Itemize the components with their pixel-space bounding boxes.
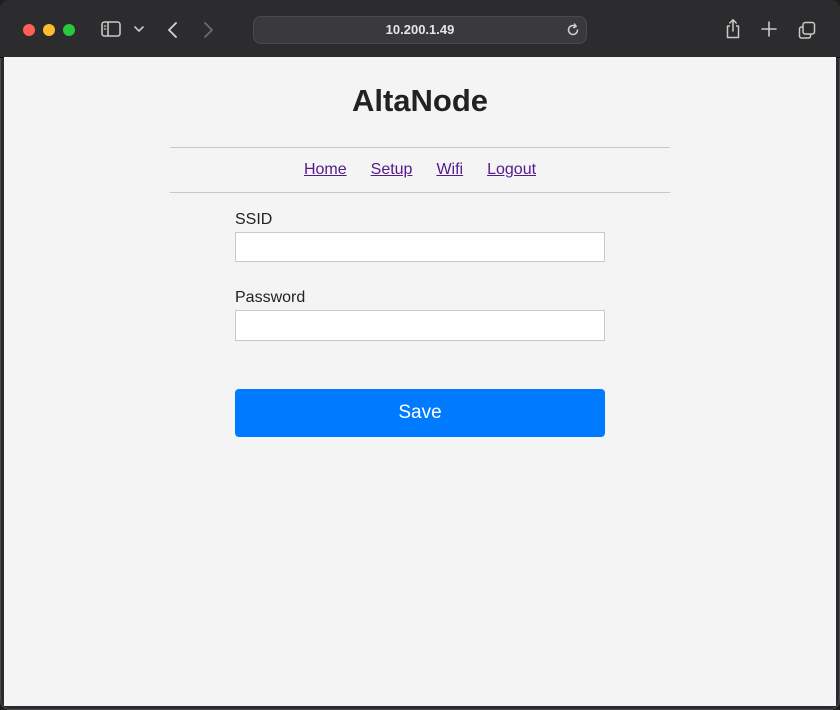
nav-link-logout[interactable]: Logout — [487, 161, 536, 179]
save-button[interactable]: Save — [235, 389, 605, 437]
close-window-button[interactable] — [23, 24, 35, 36]
browser-toolbar: 10.200.1.49 — [0, 0, 840, 58]
password-label: Password — [235, 289, 306, 306]
zoom-window-button[interactable] — [63, 24, 75, 36]
sidebar-icon[interactable] — [100, 20, 122, 38]
password-input[interactable] — [235, 310, 605, 341]
address-url[interactable]: 10.200.1.49 — [253, 16, 587, 44]
reload-icon[interactable] — [565, 22, 581, 38]
back-icon[interactable] — [164, 20, 182, 40]
forward-icon[interactable] — [199, 20, 217, 40]
ssid-input[interactable] — [235, 232, 605, 262]
nav-link-home[interactable]: Home — [304, 161, 347, 179]
page-content: AltaNode Home Setup Wifi Logout SSID Pas… — [4, 57, 836, 706]
tabs-icon[interactable] — [797, 20, 817, 40]
nav-link-setup[interactable]: Setup — [371, 161, 413, 179]
nav-link-wifi[interactable]: Wifi — [436, 161, 463, 179]
browser-window: 10.200.1.49 AltaNode Home Setup Wifi Log… — [0, 0, 840, 710]
chevron-down-icon[interactable] — [132, 22, 146, 36]
share-icon[interactable] — [724, 18, 742, 40]
minimize-window-button[interactable] — [43, 24, 55, 36]
main-nav: Home Setup Wifi Logout — [170, 147, 670, 193]
plus-icon[interactable] — [760, 20, 778, 38]
ssid-label: SSID — [235, 211, 273, 228]
address-bar[interactable]: 10.200.1.49 — [253, 16, 587, 44]
page-title: AltaNode — [351, 83, 489, 118]
